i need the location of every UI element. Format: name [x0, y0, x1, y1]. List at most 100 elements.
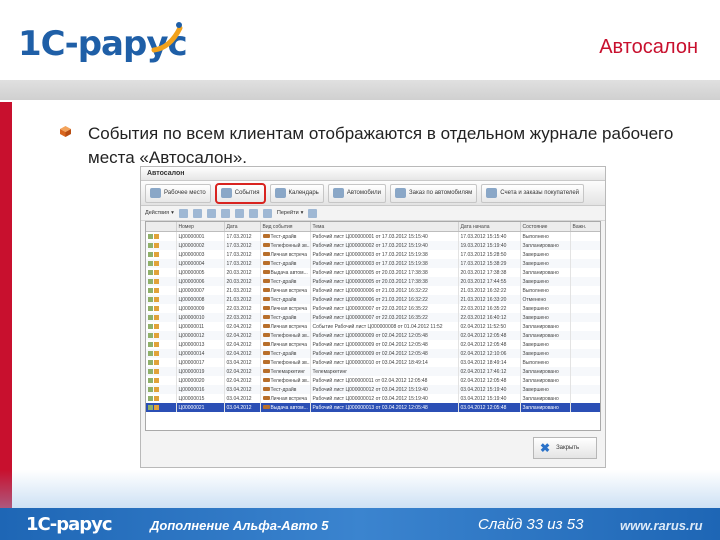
tab-cars[interactable]: Автомобили: [327, 183, 386, 203]
column-icons: [146, 222, 177, 232]
table-row[interactable]: Ц00000019 02.04.2012 Телемаркетинг Телемарк…: [146, 367, 600, 376]
column-subject[interactable]: Тема: [310, 222, 459, 232]
table-cell: 02.04.2012 17:46:12: [458, 367, 521, 376]
event-type-label: Тест-драйв: [270, 278, 297, 285]
sound-icon: [154, 404, 160, 410]
table-cell: Ц00000019: [176, 367, 225, 376]
tab-car-orders[interactable]: Заказ по автомобилям: [390, 183, 478, 203]
table-row[interactable]: Ц00000002 17.03.2012 Телефонный зв... Рабоч…: [146, 241, 600, 250]
post-icon[interactable]: [234, 208, 244, 218]
table-row[interactable]: Ц00000013 02.04.2012 Личная встреча Рабочий…: [146, 340, 600, 349]
event-type-label: Телефонный зв...: [270, 242, 310, 249]
table-cell: Рабочий лист Ц000000009 от 02.04.2012 12…: [310, 331, 459, 340]
row-icons: [146, 295, 177, 304]
row-icons: [146, 313, 177, 322]
table-row[interactable]: Ц00000017 03.04.2012 Телефонный зв... Рабоч…: [146, 358, 600, 367]
slide-title: Автосалон: [599, 36, 698, 58]
footer-url[interactable]: www.rarus.ru: [620, 518, 703, 533]
events-grid: Номер Дата Вид события Тема Дата начала …: [145, 221, 601, 431]
table-row[interactable]: Ц00000001 17.03.2012 Тест-драйв Рабочий лис…: [146, 231, 600, 241]
table-cell: Ц00000011: [176, 322, 225, 331]
sound-icon: [154, 278, 160, 284]
table-row[interactable]: Ц00000014 02.04.2012 Тест-драйв Рабочий лис…: [146, 349, 600, 358]
table-cell: 02.04.2012 11:52:50: [458, 322, 521, 331]
actions-menu-button[interactable]: Действия ▾: [145, 209, 174, 218]
row-icons: [146, 277, 177, 286]
table-cell: Выдача автом...: [260, 403, 311, 412]
sound-icon: [154, 368, 160, 374]
importance-cell: [570, 322, 600, 331]
table-cell: Ц00000014: [176, 349, 225, 358]
row-icons: [146, 331, 177, 340]
document-icon: [148, 260, 153, 266]
table-cell: Ц00000020: [176, 376, 225, 385]
table-cell: Личная встреча: [260, 286, 311, 295]
column-start-date[interactable]: Дата начала: [458, 222, 521, 232]
window-title: Автосалон: [141, 167, 605, 181]
event-type-label: Телемаркетинг: [270, 368, 306, 375]
column-number[interactable]: Номер: [176, 222, 225, 232]
tab-calendar[interactable]: Календарь: [269, 183, 324, 203]
table-row[interactable]: Ц00000016 03.04.2012 Тест-драйв Рабочий лис…: [146, 385, 600, 394]
table-row[interactable]: Ц00000012 02.04.2012 Телефонный зв... Рабоч…: [146, 331, 600, 340]
footer-product: Дополнение Альфа-Авто 5: [150, 518, 329, 533]
sound-icon: [154, 314, 160, 320]
filter-icon[interactable]: [248, 208, 258, 218]
document-icon: [148, 251, 153, 257]
delete-icon[interactable]: [220, 208, 230, 218]
sound-icon: [154, 269, 160, 275]
table-row[interactable]: Ц00000021 03.04.2012 Выдача автом... Рабочи…: [146, 403, 600, 412]
table-row[interactable]: Ц00000003 17.03.2012 Личная встреча Рабочий…: [146, 250, 600, 259]
importance-cell: [570, 250, 600, 259]
table-row[interactable]: Ц00000010 22.03.2012 Тест-драйв Рабочий лис…: [146, 313, 600, 322]
tab-invoices[interactable]: Счета и заказы покупателей: [481, 183, 585, 203]
table-row[interactable]: Ц00000011 02.04.2012 Личная встреча Событие…: [146, 322, 600, 331]
column-status[interactable]: Состояние: [520, 222, 571, 232]
table-row[interactable]: Ц00000009 22.03.2012 Личная встреча Рабочий…: [146, 304, 600, 313]
table-row[interactable]: Ц00000006 20.03.2012 Тест-драйв Рабочий лис…: [146, 277, 600, 286]
table-cell: 17.03.2012 15:38:29: [458, 259, 521, 268]
event-type-label: Телефонный зв...: [270, 359, 310, 366]
table-row[interactable]: Ц00000007 21.03.2012 Личная встреча Рабочий…: [146, 286, 600, 295]
table-cell: Рабочий лист Ц000000003 от 17.03.2012 15…: [310, 250, 459, 259]
copy-icon[interactable]: [192, 208, 202, 218]
event-type-icon: [262, 360, 270, 365]
close-button[interactable]: ✖ Закрыть: [533, 437, 597, 459]
goto-menu-button[interactable]: Перейти ▾: [277, 209, 304, 218]
table-cell: 21.03.2012: [224, 295, 261, 304]
table-cell: Ц00000005: [176, 268, 225, 277]
table-row[interactable]: Ц00000015 03.04.2012 Личная встреча Рабочий…: [146, 394, 600, 403]
column-date[interactable]: Дата: [224, 222, 261, 232]
event-type-icon: [262, 387, 270, 392]
edit-icon[interactable]: [206, 208, 216, 218]
table-row[interactable]: Ц00000020 02.04.2012 Телефонный зв... Рабоч…: [146, 376, 600, 385]
event-type-icon: [262, 279, 270, 284]
table-cell: Рабочий лист Ц000000010 от 03.04.2012 18…: [310, 358, 459, 367]
add-icon[interactable]: [178, 208, 188, 218]
table-row[interactable]: Ц00000008 21.03.2012 Тест-драйв Рабочий лис…: [146, 295, 600, 304]
table-cell: Рабочий лист Ц000000012 от 03.04.2012 15…: [310, 394, 459, 403]
row-icons: [146, 403, 177, 412]
tab-events[interactable]: События: [214, 182, 266, 204]
table-cell: Ц00000001: [176, 231, 225, 241]
table-row[interactable]: Ц00000004 17.03.2012 Тест-драйв Рабочий лис…: [146, 259, 600, 268]
event-type-label: Личная встреча: [270, 251, 308, 258]
event-type-icon: [262, 369, 270, 374]
refresh-icon[interactable]: [308, 208, 318, 218]
tab-workplace[interactable]: Рабочее место: [145, 183, 211, 203]
table-cell: Ц00000021: [176, 403, 225, 412]
header-divider-band: [0, 80, 720, 100]
row-icons: [146, 322, 177, 331]
column-importance[interactable]: Важн.: [570, 222, 600, 232]
table-cell: Тест-драйв: [260, 313, 311, 322]
event-type-label: Телефонный зв...: [270, 332, 310, 339]
table-row[interactable]: Ц00000005 20.03.2012 Выдача автом... Рабочи…: [146, 268, 600, 277]
event-type-icon: [262, 270, 270, 275]
table-cell: Ц00000003: [176, 250, 225, 259]
table-cell: Ц00000004: [176, 259, 225, 268]
row-icons: [146, 241, 177, 250]
row-icons: [146, 340, 177, 349]
column-event-type[interactable]: Вид события: [260, 222, 311, 232]
event-type-icon: [262, 396, 270, 401]
sort-icon[interactable]: [262, 208, 272, 218]
